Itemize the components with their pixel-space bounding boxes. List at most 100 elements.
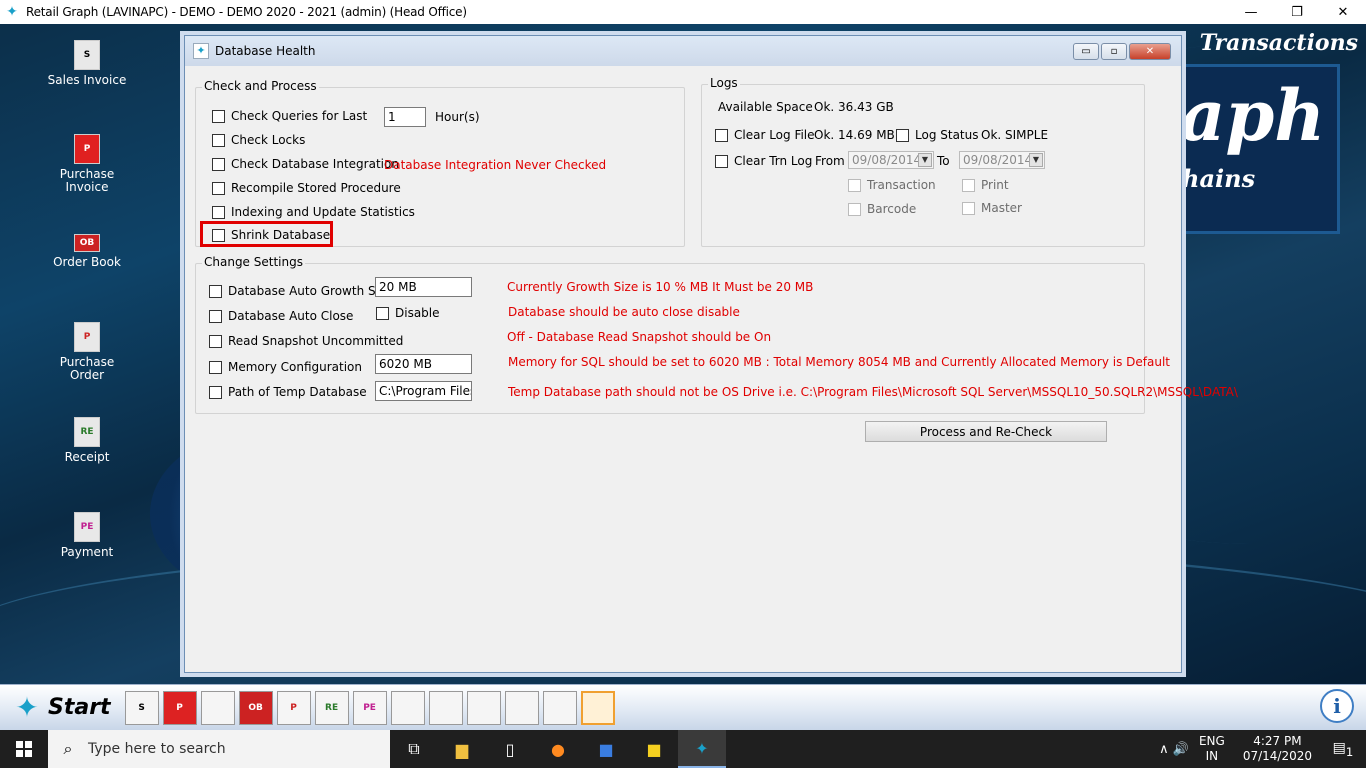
temp-path-checkbox[interactable]: Path of Temp Database [209, 385, 367, 399]
check-queries-checkbox[interactable]: Check Queries for Last [212, 109, 367, 123]
firefox-icon[interactable]: ● [534, 730, 582, 768]
start-button[interactable]: Start [48, 695, 111, 720]
dialog-minimize-button[interactable]: ▭ [1073, 43, 1099, 60]
copy-tool-icon[interactable] [580, 690, 615, 725]
chevron-down-icon: ▼ [918, 153, 932, 167]
search-placeholder: Type here to search [88, 741, 226, 757]
memory-input[interactable]: 6020 MB [375, 354, 472, 374]
purchase-invoice-tool-icon[interactable]: P [162, 690, 197, 725]
dialog-window-controls: ▭ ▫ ✕ [1073, 43, 1171, 60]
chevron-down-icon: ▼ [1029, 153, 1043, 167]
maximize-button[interactable]: ❐ [1274, 0, 1320, 24]
change-settings-legend: Change Settings [202, 255, 305, 269]
barcode-checkbox[interactable]: Barcode [848, 202, 916, 216]
memory-config-checkbox[interactable]: Memory Configuration [209, 360, 362, 374]
log-status-checkbox[interactable]: Log Status [896, 128, 979, 142]
app-title: Retail Graph (LAVINAPC) - DEMO - DEMO 20… [26, 5, 467, 19]
dialog-close-button[interactable]: ✕ [1129, 43, 1171, 60]
master-checkbox[interactable]: Master [962, 201, 1022, 215]
file-explorer-icon[interactable]: ▆ [438, 730, 486, 768]
windows-taskbar: ⌕ Type here to search ⧉ ▆ ▯ ● ■ ■ ✦ ∧ 🔊 … [0, 730, 1366, 768]
auto-close-status: Database should be auto close disable [508, 305, 740, 319]
dialog-title: Database Health [215, 44, 316, 58]
desktop-icon-purchase-order[interactable]: P Purchase Order [44, 322, 130, 382]
check-locks-checkbox[interactable]: Check Locks [212, 133, 305, 147]
to-date-picker[interactable]: 09/08/2014 ▼ [959, 151, 1045, 169]
printer-tool-icon[interactable] [542, 690, 577, 725]
log-status-value: Ok. SIMPLE [981, 128, 1049, 142]
indexing-checkbox[interactable]: Indexing and Update Statistics [212, 205, 415, 219]
read-snapshot-checkbox[interactable]: Read Snapshot Uncommitted [209, 334, 403, 348]
shrink-database-highlight [200, 221, 333, 247]
database-health-dialog: ✦ Database Health ▭ ▫ ✕ Check and Proces… [184, 35, 1238, 673]
notepad-icon[interactable]: ▯ [486, 730, 534, 768]
temp-path-input[interactable]: C:\Program Files\M [375, 381, 472, 401]
tray-icons[interactable]: ∧ 🔊 [1159, 742, 1189, 757]
payment-icon: PE [74, 512, 100, 542]
hours-input[interactable]: 1 [384, 107, 426, 127]
windows-start-button[interactable] [0, 730, 48, 768]
payment-tool-icon[interactable]: PE [352, 690, 387, 725]
search-icon: ⌕ [63, 739, 73, 758]
dialog-body: Check and Process Check Queries for Last… [193, 66, 1238, 666]
dialog-titlebar: ✦ Database Health ▭ ▫ ✕ [185, 36, 1181, 66]
auto-growth-input[interactable]: 20 MB [375, 277, 472, 297]
transaction-checkbox[interactable]: Transaction [848, 178, 936, 192]
check-integration-checkbox[interactable]: Check Database Integration [212, 157, 399, 171]
process-and-recheck-button[interactable]: Process and Re-Check [865, 421, 1107, 442]
check-and-process-legend: Check and Process [202, 79, 319, 93]
retail-graph-taskbar-icon[interactable]: ✦ [678, 730, 726, 768]
purchase-invoice-icon: P [74, 134, 100, 164]
money-bag-tool-icon[interactable] [466, 690, 501, 725]
stock-transfer-tool-icon[interactable] [428, 690, 463, 725]
available-space-label: Available Space [718, 100, 813, 114]
taskbar-search-box[interactable]: ⌕ Type here to search [48, 730, 390, 768]
clear-log-file-checkbox[interactable]: Clear Log File [715, 128, 815, 142]
taskbar-clock[interactable]: 4:27 PM 07/14/2020 [1243, 734, 1312, 764]
desktop-icon-payment[interactable]: PE Payment [44, 512, 130, 559]
clear-trn-log-checkbox[interactable]: Clear Trn Log [715, 154, 812, 168]
wps-icon[interactable]: ■ [582, 730, 630, 768]
logs-legend: Logs [708, 76, 740, 90]
read-snapshot-status: Off - Database Read Snapshot should be O… [507, 330, 772, 344]
temp-path-status: Temp Database path should not be OS Driv… [508, 385, 1238, 399]
from-date-picker[interactable]: 09/08/2014 ▼ [848, 151, 934, 169]
log-file-size-value: Ok. 14.69 MB [814, 128, 895, 142]
purchase-tool-icon[interactable]: P [276, 690, 311, 725]
print-checkbox[interactable]: Print [962, 178, 1009, 192]
purchase-order-tool-icon[interactable] [200, 690, 235, 725]
info-icon[interactable]: i [1320, 689, 1354, 723]
dialog-maximize-button[interactable]: ▫ [1101, 43, 1127, 60]
auto-close-disable-checkbox[interactable]: Disable [376, 306, 440, 320]
sticky-notes-icon[interactable]: ■ [630, 730, 678, 768]
app-titlebar: ✦ Retail Graph (LAVINAPC) - DEMO - DEMO … [0, 0, 1366, 24]
transactions-header: Transactions [1199, 30, 1358, 56]
product-tool-icon[interactable] [390, 690, 425, 725]
notifications-icon[interactable]: ▤1 [1328, 740, 1358, 759]
windows-logo-icon [16, 741, 32, 757]
receipt-icon: RE [74, 417, 100, 447]
shapes-tool-icon[interactable] [504, 690, 539, 725]
to-label: To [937, 154, 950, 168]
receipt-tool-icon[interactable]: RE [314, 690, 349, 725]
desktop-icon-purchase-invoice[interactable]: P Purchase Invoice [44, 134, 130, 194]
system-tray: ∧ 🔊 ENG IN 4:27 PM 07/14/2020 ▤1 [1159, 730, 1366, 768]
desktop-icon-order-book[interactable]: OB Order Book [44, 234, 130, 269]
desktop-icon-sales-invoice[interactable]: S Sales Invoice [44, 40, 130, 87]
available-space-value: Ok. 36.43 GB [814, 100, 894, 114]
language-indicator[interactable]: ENG IN [1199, 734, 1225, 764]
retail-graph-logo-icon[interactable]: ✦ [10, 691, 44, 725]
memory-status: Memory for SQL should be set to 6020 MB … [508, 355, 1170, 369]
auto-growth-checkbox[interactable]: Database Auto Growth Size [209, 284, 393, 298]
desktop-icon-receipt[interactable]: RE Receipt [44, 417, 130, 464]
close-button[interactable]: ✕ [1320, 0, 1366, 24]
order-book-tool-icon[interactable]: OB [238, 690, 273, 725]
minimize-button[interactable]: — [1228, 0, 1274, 24]
auto-close-checkbox[interactable]: Database Auto Close [209, 309, 353, 323]
purchase-order-icon: P [74, 322, 100, 352]
sales-invoice-tool-icon[interactable]: S [124, 690, 159, 725]
task-view-icon[interactable]: ⧉ [390, 730, 438, 768]
app-toolbar: ✦ Start S P OB P RE PE i [0, 684, 1366, 730]
window-controls: — ❐ ✕ [1228, 0, 1366, 24]
recompile-checkbox[interactable]: Recompile Stored Procedure [212, 181, 401, 195]
